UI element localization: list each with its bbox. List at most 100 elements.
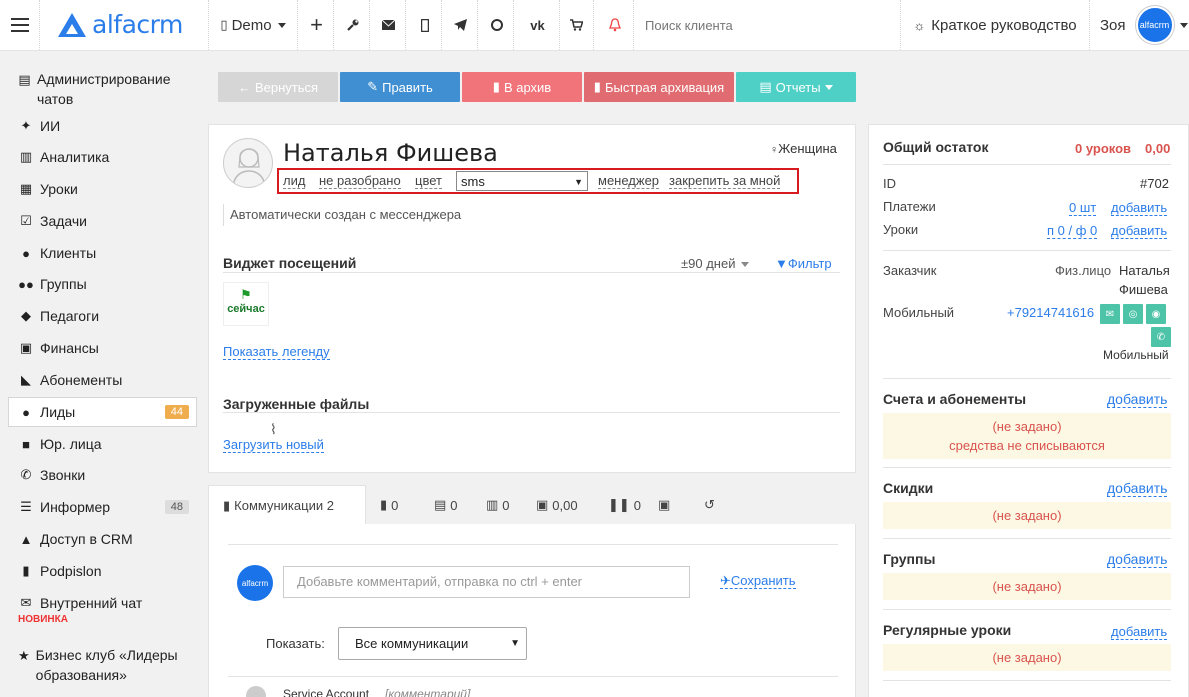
add-lesson-link[interactable]: добавить	[1111, 223, 1168, 239]
user-menu[interactable]: Зоя alfacrm	[1100, 0, 1188, 50]
branch-dropdown[interactable]: ▯ Demo	[208, 0, 298, 50]
comment-input[interactable]: Добавьте комментарий, отправка по ctrl +…	[283, 566, 690, 598]
avatar: alfacrm	[237, 565, 273, 601]
new-badge: НОВИНКА	[18, 614, 68, 625]
sidebar-item-label: Лиды	[40, 404, 76, 420]
sidebar-item-analytics[interactable]: ▥ Аналитика	[18, 149, 198, 165]
quick-archive-button[interactable]: ▮ Быстрая архивация	[584, 72, 734, 102]
viber-icon: ◉	[1151, 308, 1161, 320]
payments-label: Платежи	[883, 199, 936, 214]
tab-stats[interactable]: ▥ 0	[486, 485, 510, 525]
filter-button[interactable]: ▼Фильтр	[775, 256, 832, 271]
mobile-phone-link[interactable]: +79214741616	[1007, 305, 1094, 320]
tab-messages[interactable]: ▮ 0	[380, 485, 398, 525]
archive-button[interactable]: ▮ В архив	[462, 72, 582, 102]
tab-bonus[interactable]: ▣ 0,00	[536, 485, 578, 525]
paper-plane-icon: ✈	[720, 573, 731, 588]
guide-link[interactable]: ☼ Краткое руководство	[900, 0, 1090, 50]
lead-link[interactable]: лид	[283, 174, 306, 189]
customer-last-name: Фишева	[1119, 282, 1168, 297]
wrench-icon[interactable]	[336, 0, 370, 50]
sms-button[interactable]: ✉	[1100, 304, 1120, 324]
communications-filter-select[interactable]: Все коммуникации ▼	[338, 627, 527, 660]
call-button[interactable]: ✆	[1151, 327, 1171, 347]
logo-text: alfacrm	[92, 10, 183, 39]
visit-now-cell[interactable]: ⚑ сейчас	[223, 282, 269, 326]
payments-count-link[interactable]: 0 шт	[1069, 200, 1097, 216]
avatar[interactable]	[223, 138, 273, 188]
no-charge-text: средства не списываются	[949, 438, 1105, 453]
viber-button[interactable]: ◉	[1146, 304, 1166, 324]
bell-icon[interactable]	[596, 0, 634, 50]
sidebar-item-clients[interactable]: ● Клиенты	[18, 245, 198, 261]
sidebar-item-label: Бизнес клуб «Лидеры образования»	[35, 647, 178, 683]
client-search-input[interactable]: Поиск клиента	[634, 0, 894, 50]
manager-link[interactable]: менеджер	[598, 174, 660, 189]
sidebar-item-label: Доступ в CRM	[40, 531, 133, 547]
divider	[883, 250, 1171, 251]
sidebar-item-finance[interactable]: ▣ Финансы	[18, 340, 198, 356]
save-comment-button[interactable]: ✈Сохранить	[720, 573, 796, 589]
cart-icon[interactable]	[560, 0, 594, 50]
sidebar-item-label: Уроки	[40, 181, 78, 197]
status-link[interactable]: не разобрано	[319, 174, 401, 189]
sidebar-item-lessons[interactable]: ▦ Уроки	[18, 181, 198, 197]
tab-pauses[interactable]: ❚❚ 0	[608, 485, 641, 525]
visits-range-dropdown[interactable]: ±90 дней	[681, 256, 750, 271]
page-title: Наталья Фишева	[283, 139, 498, 167]
sidebar-item-groups[interactable]: ●● Группы	[18, 276, 198, 292]
whatsapp-icon[interactable]	[480, 0, 514, 50]
sidebar-item-subscriptions[interactable]: ◣ Абонементы	[18, 372, 198, 388]
show-legend-link[interactable]: Показать легенду	[223, 344, 330, 360]
add-group-link[interactable]: добавить	[1107, 552, 1168, 568]
back-button[interactable]: ← Вернуться	[218, 72, 338, 102]
user-icon: ●	[22, 245, 30, 261]
tab-history[interactable]: ↺	[704, 485, 715, 525]
color-link[interactable]: цвет	[415, 174, 442, 189]
vk-icon[interactable]: vk	[516, 0, 560, 50]
edit-button[interactable]: ✎ Править	[340, 72, 460, 102]
telegram-icon[interactable]	[444, 0, 478, 50]
sidebar-item-podpislon[interactable]: ▮ Podpislon	[18, 563, 198, 579]
tab-documents[interactable]: ▤ 0	[434, 485, 458, 525]
sidebar-item-label: Внутренний чат	[40, 595, 143, 611]
sidebar-item-label: Звонки	[40, 467, 86, 483]
add-regular-lesson-link[interactable]: добавить	[1111, 624, 1168, 640]
divider	[228, 544, 838, 545]
sidebar-item-label: Аналитика	[40, 149, 110, 165]
sidebar-item-informer[interactable]: ☰ Информер 48	[18, 499, 193, 515]
sidebar-item-business-club[interactable]: ★ Бизнес клуб «Лидеры образования»	[18, 645, 178, 685]
source-select[interactable]: sms ▼	[456, 171, 588, 191]
sidebar-item-calls[interactable]: ✆ Звонки	[18, 467, 198, 483]
reports-button[interactable]: ▤ Отчеты	[736, 72, 856, 102]
balance-amount: 0,00	[1145, 141, 1171, 156]
add-account-link[interactable]: добавить	[1107, 392, 1168, 408]
pin-to-me-link[interactable]: закрепить за мной	[669, 174, 781, 189]
add-payment-link[interactable]: добавить	[1111, 200, 1168, 216]
female-icon: ♀	[770, 144, 779, 156]
whatsapp-button[interactable]: ◎	[1123, 304, 1143, 324]
add-discount-link[interactable]: добавить	[1107, 481, 1168, 497]
briefcase-icon: ■	[22, 436, 30, 452]
menu-toggle-button[interactable]	[0, 0, 40, 50]
tab-payments[interactable]: ▣	[658, 485, 670, 525]
sidebar-item-leads[interactable]: ● Лиды 44	[18, 404, 193, 420]
sidebar-item-ai[interactable]: ✦ ИИ	[18, 118, 198, 134]
lessons-count-link[interactable]: п 0 / ф 0	[1047, 223, 1098, 239]
tab-communications[interactable]: ▮ Коммуникации 2	[208, 485, 366, 525]
sidebar-item-teachers[interactable]: ◆ Педагоги	[18, 308, 198, 324]
phone-icon: ✆	[1156, 331, 1166, 343]
mobile-icon[interactable]	[408, 0, 442, 50]
document-icon: ▤	[434, 497, 447, 512]
lead-note: Автоматически создан с мессенджера	[223, 204, 523, 226]
upload-file-link[interactable]: Загрузить новый	[223, 437, 324, 453]
sidebar-item-crm-access[interactable]: ▲ Доступ в CRM	[18, 531, 198, 547]
printer-icon: ▤	[759, 79, 772, 94]
envelope-icon[interactable]	[372, 0, 406, 50]
add-icon[interactable]: +	[300, 0, 334, 50]
logo[interactable]: alfacrm	[58, 10, 183, 39]
sidebar-item-tasks[interactable]: ☑ Задачи	[18, 213, 198, 229]
sidebar-item-chat-admin[interactable]: ▤ Администрирование чатов	[18, 69, 178, 109]
sidebar-item-legal-entities[interactable]: ■ Юр. лица	[18, 436, 198, 452]
sidebar-item-internal-chat[interactable]: ✉ Внутренний чат	[18, 595, 198, 611]
